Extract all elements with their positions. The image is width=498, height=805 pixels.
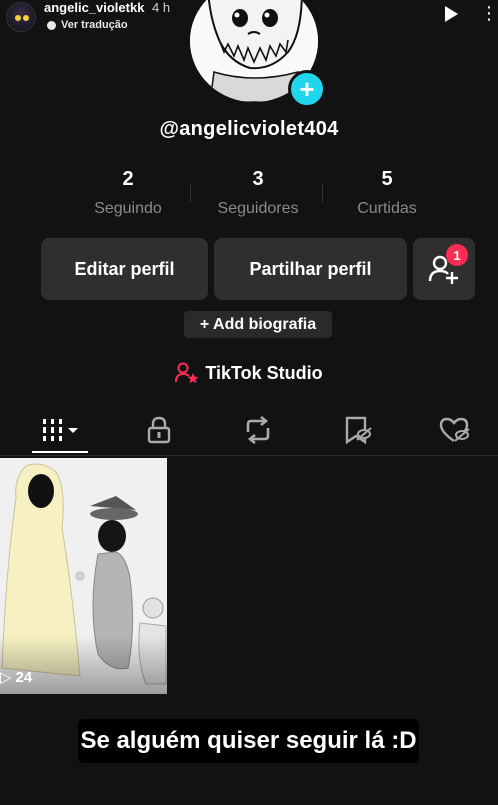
story-time: 4 h [152, 0, 171, 15]
story-avatar[interactable] [6, 2, 36, 32]
story-caption: Se alguém quiser seguir lá :D [78, 719, 419, 763]
tab-private[interactable] [109, 404, 209, 456]
play-icon[interactable] [445, 6, 458, 22]
stat-label: Curtidas [357, 200, 417, 217]
stat-divider [190, 184, 191, 202]
video-views: ▷ 24 [0, 668, 33, 687]
tiktok-studio-link[interactable]: TikTok Studio [0, 362, 498, 384]
stat-likes[interactable]: 5 Curtidas [332, 168, 442, 218]
add-avatar-button[interactable]: + [288, 70, 326, 108]
profile-handle: @angelicviolet404 [159, 118, 339, 140]
stat-divider [322, 184, 323, 202]
stat-label: Seguidores [217, 200, 299, 217]
avatar-eye-icon [23, 15, 29, 21]
stat-value: 2 [122, 168, 134, 190]
story-username[interactable]: angelic_violetkk [44, 0, 144, 15]
lock-icon [147, 416, 171, 444]
studio-icon [175, 362, 199, 384]
translate-icon [47, 20, 56, 30]
translate-link[interactable]: Ver tradução [47, 19, 128, 31]
play-count-icon: ▷ [0, 669, 12, 686]
tab-liked[interactable] [405, 404, 498, 456]
avatar-eye-icon [15, 15, 21, 21]
notification-badge: 1 [446, 244, 468, 266]
video-thumbnail[interactable] [0, 458, 167, 694]
bookmark-icon [345, 416, 372, 444]
edit-profile-button[interactable]: Editar perfil [41, 238, 208, 300]
stat-following[interactable]: 2 Seguindo [73, 168, 183, 218]
tab-videos[interactable] [10, 404, 110, 456]
profile-tabs [0, 404, 498, 456]
share-profile-button[interactable]: Partilhar perfil [214, 238, 407, 300]
heart-icon [439, 417, 470, 442]
stat-followers[interactable]: 3 Seguidores [203, 168, 313, 218]
view-count: 24 [15, 668, 33, 686]
tab-favorites[interactable] [308, 404, 408, 456]
grid-icon [43, 419, 78, 441]
stat-value: 5 [381, 168, 393, 190]
stat-value: 3 [252, 168, 264, 190]
translate-label: Ver tradução [61, 19, 128, 31]
tab-reposts[interactable] [208, 404, 308, 456]
active-tab-indicator [32, 451, 88, 453]
stat-label: Seguindo [94, 200, 162, 217]
more-icon[interactable]: ⋮ [480, 4, 498, 22]
repost-icon [246, 416, 270, 444]
add-bio-button[interactable]: + Add biografia [184, 311, 332, 338]
studio-label: TikTok Studio [205, 362, 323, 383]
thumbnail-drawing [0, 458, 167, 694]
